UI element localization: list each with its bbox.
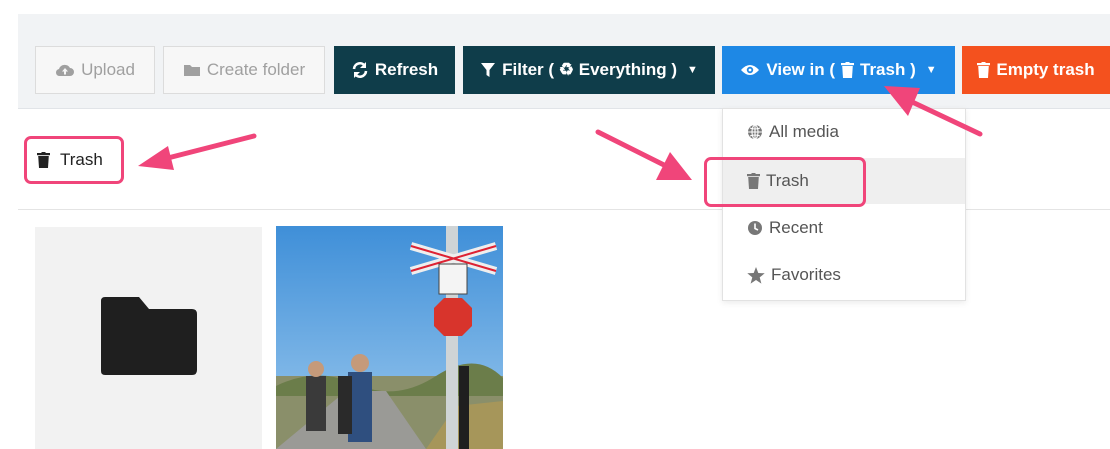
photo-thumbnail (276, 226, 503, 449)
upload-label: Upload (81, 60, 135, 79)
highlight-box (704, 157, 866, 207)
eye-icon (740, 63, 760, 77)
menu-item-label: Recent (769, 218, 823, 237)
chevron-down-icon: ▼ (925, 64, 937, 76)
empty-trash-label: Empty trash (996, 60, 1095, 79)
menu-item-label: All media (769, 122, 839, 141)
view-in-label: View in ( (766, 60, 835, 79)
clock-icon (747, 220, 763, 236)
refresh-icon (351, 61, 369, 79)
folder-icon (183, 63, 201, 77)
page-edge (0, 0, 14, 449)
refresh-button[interactable]: Refresh (334, 46, 455, 94)
annotation-arrow-breadcrumb (138, 133, 257, 170)
menu-item-recent[interactable]: Recent (723, 205, 965, 251)
media-item-folder[interactable] (35, 227, 262, 449)
filter-label: Filter ( ♻ Everything ) (502, 60, 677, 79)
menu-item-favorites[interactable]: Favorites (723, 252, 965, 298)
trash-icon (37, 152, 50, 168)
annotation-arrow-menu-item (595, 129, 692, 180)
globe-icon (747, 124, 763, 140)
top-band (0, 0, 1110, 14)
star-icon (747, 266, 765, 284)
breadcrumb[interactable]: Trash (24, 136, 124, 184)
refresh-label: Refresh (374, 60, 439, 79)
folder-icon (101, 297, 197, 375)
menu-item-label: Favorites (771, 265, 841, 284)
filter-icon (480, 62, 496, 78)
create-folder-label: Create folder (206, 60, 306, 79)
breadcrumb-label: Trash (60, 150, 103, 169)
upload-button[interactable]: Upload (35, 46, 155, 94)
chevron-down-icon: ▼ (686, 64, 698, 76)
media-item-image[interactable] (276, 226, 503, 449)
trash-icon (841, 62, 854, 78)
filter-dropdown-button[interactable]: Filter ( ♻ Everything ) ▼ (463, 46, 715, 94)
create-folder-button[interactable]: Create folder (163, 46, 325, 94)
annotation-arrow-view-button (884, 86, 983, 137)
trash-icon (977, 62, 991, 78)
view-in-target: Trash ) (860, 60, 916, 79)
cloud-upload-icon (55, 62, 75, 78)
